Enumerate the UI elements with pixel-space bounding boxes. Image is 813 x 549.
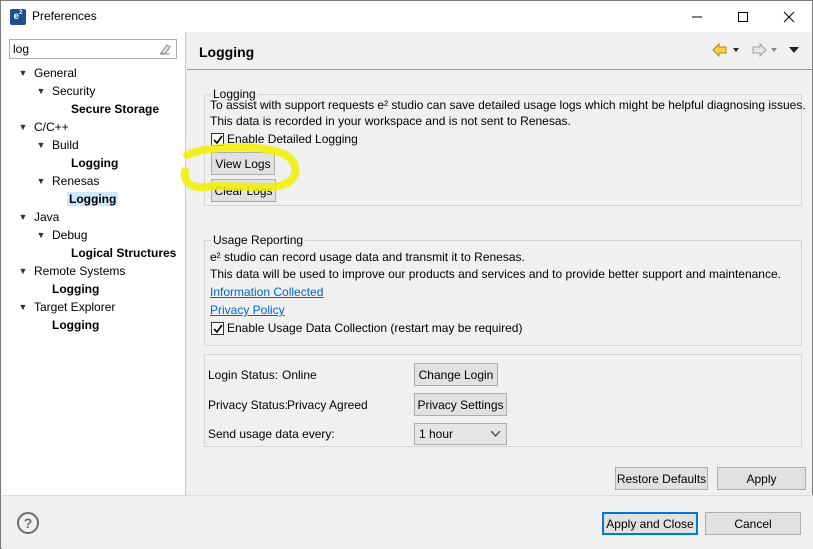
filter-field[interactable] xyxy=(9,39,177,59)
tree-item-remote-systems[interactable]: ▼ Remote Systems xyxy=(19,262,127,280)
usage-description-line2: This data will be used to improve our pr… xyxy=(210,267,781,281)
help-icon[interactable]: ? xyxy=(17,512,39,534)
tree-item-cpp[interactable]: ▼ C/C++ xyxy=(19,118,71,136)
minimize-button[interactable] xyxy=(674,1,720,32)
collapse-arrow-icon[interactable]: ▼ xyxy=(17,118,29,136)
back-arrow-icon[interactable] xyxy=(712,42,727,58)
clear-logs-button[interactable]: Clear Logs xyxy=(211,179,276,202)
login-status-label: Login Status: xyxy=(208,368,279,382)
send-usage-label: Send usage data every: xyxy=(208,427,335,441)
enable-usage-collection-label[interactable]: Enable Usage Data Collection (restart ma… xyxy=(227,321,522,335)
tree-item-remote-logging[interactable]: Logging xyxy=(50,280,101,298)
dialog-button-bar: ? Apply and Close Cancel xyxy=(2,495,813,549)
preference-tree-pane: ▼ General ▼ Security Secure Storage ▼ C/… xyxy=(2,32,186,495)
privacy-settings-button[interactable]: Privacy Settings xyxy=(414,393,507,416)
close-button[interactable] xyxy=(766,1,812,32)
privacy-status-label: Privacy Status: xyxy=(208,398,289,412)
collapse-arrow-icon[interactable]: ▼ xyxy=(17,64,29,82)
privacy-policy-link[interactable]: Privacy Policy xyxy=(210,303,285,317)
collapse-arrow-icon[interactable]: ▼ xyxy=(35,172,47,190)
logging-group: Logging To assist with support requests … xyxy=(204,87,806,206)
collapse-arrow-icon[interactable]: ▼ xyxy=(35,82,47,100)
enable-detailed-logging-checkbox[interactable] xyxy=(211,133,224,146)
apply-button[interactable]: Apply xyxy=(717,467,806,490)
privacy-status-value: Privacy Agreed xyxy=(287,398,368,412)
preference-page: Logging Logging To assist with support r… xyxy=(187,32,813,495)
login-status-value: Online xyxy=(282,368,317,382)
filter-input[interactable] xyxy=(13,41,153,57)
header-separator xyxy=(187,69,813,70)
clear-filter-icon[interactable] xyxy=(158,42,172,56)
cancel-button[interactable]: Cancel xyxy=(705,512,801,535)
collapse-arrow-icon[interactable]: ▼ xyxy=(17,298,29,316)
apply-and-close-button[interactable]: Apply and Close xyxy=(602,512,698,535)
checkmark-icon xyxy=(213,324,223,334)
enable-detailed-logging-label[interactable]: Enable Detailed Logging xyxy=(227,132,358,146)
tree-item-build[interactable]: ▼ Build xyxy=(37,136,81,154)
tree-item-secure-storage[interactable]: Secure Storage xyxy=(69,100,161,118)
send-usage-interval-select[interactable]: 1 hour xyxy=(414,423,507,445)
minimize-icon xyxy=(692,16,702,17)
page-title: Logging xyxy=(199,44,255,60)
change-login-button[interactable]: Change Login xyxy=(414,363,498,386)
tree-item-logical-structures[interactable]: Logical Structures xyxy=(69,244,178,262)
tree-item-renesas-logging[interactable]: Logging xyxy=(67,190,119,208)
enable-usage-collection-checkbox[interactable] xyxy=(211,322,224,335)
account-status-group: Login Status: Online Change Login Privac… xyxy=(204,354,802,447)
send-usage-interval-value: 1 hour xyxy=(419,427,454,441)
information-collected-link[interactable]: Information Collected xyxy=(210,285,323,299)
collapse-arrow-icon[interactable]: ▼ xyxy=(17,262,29,280)
maximize-button[interactable] xyxy=(720,1,766,32)
chevron-down-icon xyxy=(491,431,500,437)
usage-reporting-title: Usage Reporting xyxy=(211,233,306,247)
checkmark-icon xyxy=(213,135,223,145)
view-menu-icon[interactable] xyxy=(789,47,799,53)
tree-item-security[interactable]: ▼ Security xyxy=(37,82,97,100)
forward-arrow-icon[interactable] xyxy=(752,42,767,58)
logging-description-line1: To assist with support requests e² studi… xyxy=(210,98,806,112)
collapse-arrow-icon[interactable]: ▼ xyxy=(17,208,29,226)
tree-item-java[interactable]: ▼ Java xyxy=(19,208,61,226)
close-icon xyxy=(783,11,795,22)
view-logs-button[interactable]: View Logs xyxy=(211,152,275,175)
title-bar: e2 Preferences xyxy=(1,1,812,32)
window-title: Preferences xyxy=(32,9,97,23)
maximize-icon xyxy=(738,11,748,22)
e2-logo-icon: e2 xyxy=(10,9,26,25)
tree-item-general[interactable]: ▼ General xyxy=(19,64,79,82)
back-dropdown-icon[interactable] xyxy=(733,48,739,52)
collapse-arrow-icon[interactable]: ▼ xyxy=(35,136,47,154)
forward-dropdown-icon[interactable] xyxy=(771,48,777,52)
logging-description-line2: This data is recorded in your workspace … xyxy=(210,114,571,128)
tree-item-target-explorer[interactable]: ▼ Target Explorer xyxy=(19,298,117,316)
usage-reporting-group: Usage Reporting e² studio can record usa… xyxy=(204,233,802,346)
tree-item-target-logging[interactable]: Logging xyxy=(50,316,101,334)
restore-defaults-button[interactable]: Restore Defaults xyxy=(615,467,708,490)
page-navigation xyxy=(711,42,811,58)
tree-item-debug[interactable]: ▼ Debug xyxy=(37,226,89,244)
preferences-window: e2 Preferences ▼ General ▼ Security xyxy=(0,0,813,549)
usage-description-line1: e² studio can record usage data and tran… xyxy=(210,250,525,264)
tree-item-renesas[interactable]: ▼ Renesas xyxy=(37,172,101,190)
collapse-arrow-icon[interactable]: ▼ xyxy=(35,226,47,244)
tree-item-build-logging[interactable]: Logging xyxy=(69,154,120,172)
